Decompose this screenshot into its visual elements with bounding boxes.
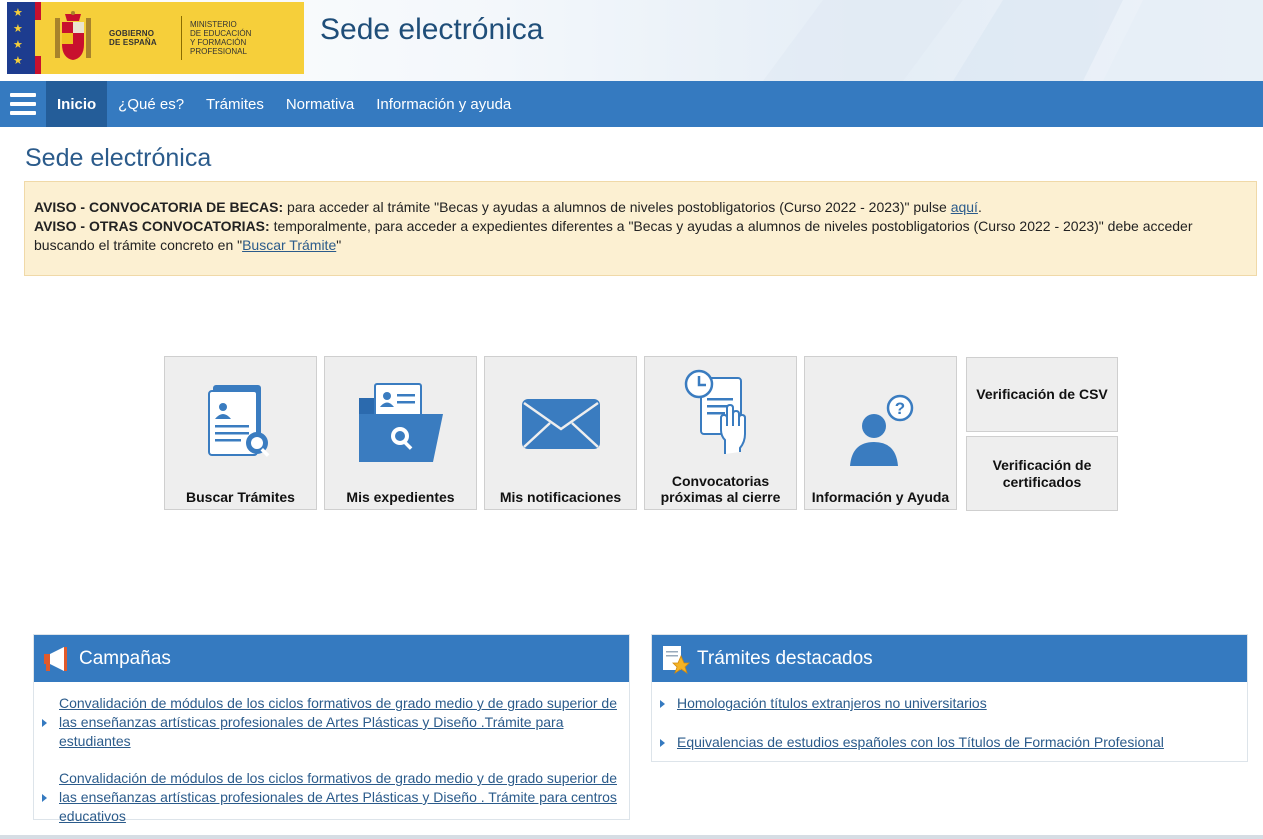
campaigns-list: Convalidación de módulos de los ciclos f…: [34, 682, 629, 836]
notice-becas-end: .: [977, 199, 982, 215]
svg-text:?: ?: [894, 399, 904, 418]
logo-separator: [181, 16, 182, 60]
featured-list: Homologación títulos extranjeros no univ…: [652, 682, 1247, 762]
campaigns-panel: Campañas Convalidación de módulos de los…: [33, 634, 630, 824]
tile-mis-expedientes[interactable]: Mis expedientes: [324, 356, 477, 510]
tile-label: Información y Ayuda: [811, 489, 950, 505]
folder-search-icon: [325, 369, 476, 479]
notice-becas-heading: AVISO - CONVOCATORIA DE BECAS:: [34, 199, 284, 215]
header-decoration: [763, 0, 1263, 81]
coat-of-arms-icon: [41, 2, 105, 74]
megaphone-icon: [42, 644, 72, 674]
tile-label: Mis notificaciones: [499, 489, 622, 505]
tile-verificacion-certificados[interactable]: Verificación de certificados: [966, 436, 1118, 511]
featured-panel: Trámites destacados Homologación títulos…: [651, 634, 1248, 762]
featured-link[interactable]: Homologación títulos extranjeros no univ…: [677, 694, 987, 713]
tile-label: Convocatorias próximas al cierre: [660, 473, 781, 505]
notice-line-otras: AVISO - OTRAS CONVOCATORIAS: temporalmen…: [34, 217, 1247, 255]
footer-divider: [0, 835, 1263, 839]
notice-box: AVISO - CONVOCATORIA DE BECAS: para acce…: [24, 181, 1257, 276]
arrow-right-icon: [42, 718, 47, 727]
list-item: Convalidación de módulos de los ciclos f…: [42, 694, 621, 751]
envelope-icon: [485, 369, 636, 479]
arrow-right-icon: [42, 793, 47, 802]
tile-informacion-ayuda[interactable]: ? Información y Ayuda: [804, 356, 957, 510]
notice-becas-text: para acceder al trámite "Becas y ayudas …: [283, 199, 951, 215]
notice-buscar-tramite-link[interactable]: Buscar Trámite: [242, 237, 336, 253]
tile-label: Mis expedientes: [346, 489, 455, 505]
star-document-icon: [660, 644, 690, 674]
user-question-icon: ?: [805, 377, 956, 487]
featured-title: Trámites destacados: [697, 647, 873, 669]
tile-buscar-tramites[interactable]: Buscar Trámites: [164, 356, 317, 510]
page-title: Sede electrónica: [25, 144, 212, 172]
search-document-icon: [165, 369, 316, 479]
list-item: Convalidación de módulos de los ciclos f…: [42, 769, 621, 826]
campaigns-panel-header: Campañas: [34, 635, 629, 682]
site-title[interactable]: Sede electrónica: [320, 13, 543, 47]
main-nav: Inicio ¿Qué es? Trámites Normativa Infor…: [0, 81, 1263, 127]
list-item: Equivalencias de estudios españoles con …: [660, 733, 1239, 752]
logo-ministry-text: MINISTERIO DE EDUCACIÓN Y FORMACIÓN PROFES…: [190, 20, 252, 56]
notice-becas-link[interactable]: aquí: [951, 199, 978, 215]
nav-item-normativa[interactable]: Normativa: [275, 81, 365, 127]
arrow-right-icon: [660, 738, 665, 747]
tile-mis-notificaciones[interactable]: Mis notificaciones: [484, 356, 637, 510]
notice-otras-end: ": [336, 237, 342, 253]
campaign-link[interactable]: Convalidación de módulos de los ciclos f…: [59, 769, 621, 826]
notice-otras-heading: AVISO - OTRAS CONVOCATORIAS:: [34, 218, 270, 234]
nav-item-inicio[interactable]: Inicio: [46, 81, 108, 127]
site-header: ★ ★ ★ ★ GOBIERNO DE ESPAÑA MINISTERIO DE…: [0, 0, 1263, 81]
tile-convocatorias-cierre[interactable]: Convocatorias próximas al cierre: [644, 356, 797, 510]
tile-verificacion-csv[interactable]: Verificación de CSV: [966, 357, 1118, 432]
featured-panel-header: Trámites destacados: [652, 635, 1247, 682]
arrow-right-icon: [660, 699, 665, 708]
eu-flag-icon: ★ ★ ★ ★: [7, 2, 35, 74]
notice-line-becas: AVISO - CONVOCATORIA DE BECAS: para acce…: [34, 198, 1247, 217]
nav-item-informacion-ayuda[interactable]: Información y ayuda: [365, 81, 522, 127]
government-logo[interactable]: ★ ★ ★ ★ GOBIERNO DE ESPAÑA MINISTERIO DE…: [7, 2, 304, 74]
logo-government-text: GOBIERNO DE ESPAÑA: [109, 29, 157, 47]
menu-icon[interactable]: [0, 81, 46, 127]
list-item: Homologación títulos extranjeros no univ…: [660, 694, 1239, 713]
nav-item-que-es[interactable]: ¿Qué es?: [107, 81, 195, 127]
campaign-link[interactable]: Convalidación de módulos de los ciclos f…: [59, 694, 621, 751]
featured-link[interactable]: Equivalencias de estudios españoles con …: [677, 733, 1164, 752]
tile-label: Buscar Trámites: [186, 489, 295, 505]
campaigns-title: Campañas: [79, 647, 171, 669]
clock-document-icon: [645, 363, 796, 463]
nav-item-tramites[interactable]: Trámites: [195, 81, 275, 127]
